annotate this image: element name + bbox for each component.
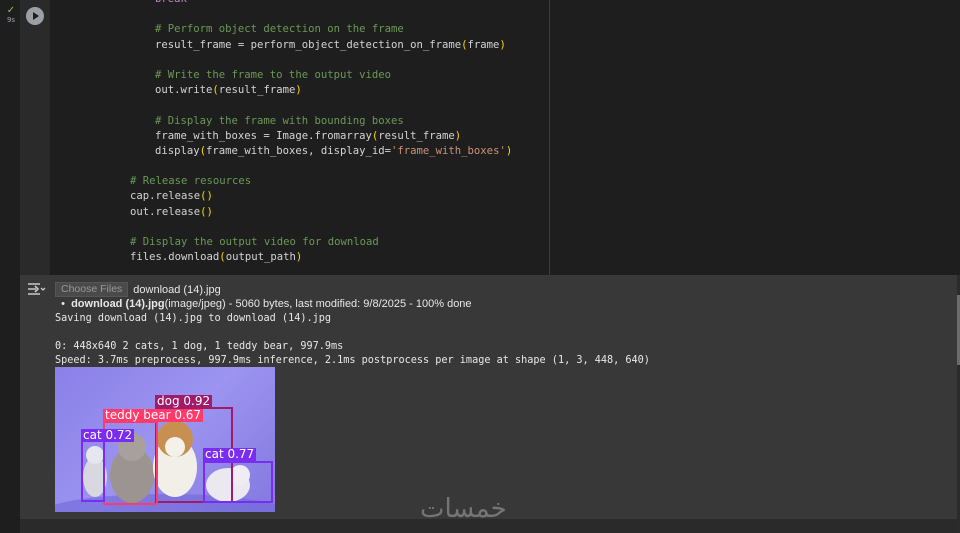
- code-token: frame_with_boxes, display_id=: [206, 144, 392, 157]
- editor-divider: [549, 0, 550, 275]
- chosen-file-name: download (14).jpg: [133, 283, 221, 296]
- code-token: ): [499, 38, 506, 51]
- run-area: [20, 0, 50, 275]
- code-line[interactable]: # Display the output video for download: [55, 235, 512, 250]
- code-token: # Perform object detection on the frame: [155, 23, 404, 36]
- code-line[interactable]: out.write(result_frame): [55, 83, 512, 98]
- speed-line: Speed: 3.7ms preprocess, 997.9ms inferen…: [55, 355, 650, 366]
- code-token: output_path: [225, 251, 296, 264]
- bounding-box: [203, 461, 273, 503]
- code-line[interactable]: # Release resources: [55, 174, 512, 189]
- code-token: # Display the output video for download: [130, 236, 379, 248]
- box-label: teddy bear 0.67: [103, 408, 204, 422]
- code-token: # Display the frame with bounding boxes: [155, 114, 404, 127]
- code-token: out.write: [155, 84, 213, 97]
- execution-status: ✓ 9s: [4, 6, 18, 25]
- run-cell-button[interactable]: [26, 7, 44, 25]
- cell-gutter: [0, 0, 20, 533]
- detection-summary: 0: 448x640 2 cats, 1 dog, 1 teddy bear, …: [55, 341, 344, 352]
- code-line[interactable]: # Write the frame to the output video: [55, 68, 512, 83]
- code-line[interactable]: [55, 98, 512, 113]
- code-line[interactable]: out.release(): [55, 205, 512, 220]
- code-line[interactable]: [55, 159, 512, 174]
- code-line[interactable]: [55, 220, 512, 235]
- code-line[interactable]: [55, 53, 512, 68]
- code-line[interactable]: files.download(output_path): [55, 250, 512, 265]
- code-line[interactable]: [55, 7, 512, 22]
- file-info-line: • download (14).jpg(image/jpeg) - 5060 b…: [55, 298, 472, 310]
- code-token: result_frame = perform_object_detection_…: [155, 38, 462, 51]
- code-token: ): [295, 84, 302, 97]
- code-token: ): [454, 129, 462, 142]
- check-icon: ✓: [6, 5, 16, 16]
- box-label: cat 0.72: [81, 428, 135, 442]
- code-token: break: [155, 0, 187, 5]
- code-token: files.download: [130, 251, 220, 264]
- file-info-name: download (14).jpg: [71, 298, 165, 310]
- output-content: Choose Files download (14).jpg • downloa…: [55, 282, 650, 368]
- choose-files-button[interactable]: Choose Files: [55, 282, 129, 297]
- code-line[interactable]: frame_with_boxes = Image.fromarray(resul…: [55, 129, 512, 144]
- code-token: # Release resources: [130, 175, 252, 188]
- code-line[interactable]: break: [55, 0, 512, 7]
- box-label: dog 0.92: [155, 394, 213, 408]
- file-info-details: (image/jpeg) - 5060 bytes, last modified…: [164, 298, 472, 310]
- output-toggle-icon[interactable]: [26, 281, 46, 297]
- code-token: result_frame: [378, 129, 455, 142]
- code-token: ): [295, 251, 303, 264]
- code-token: 'frame_with_boxes': [391, 144, 506, 157]
- code-token: display: [155, 144, 200, 157]
- code-line[interactable]: cap.release(): [55, 189, 512, 204]
- upload-row: Choose Files download (14).jpg: [55, 282, 650, 297]
- code-token: frame: [467, 38, 500, 51]
- box-label: cat 0.77: [203, 447, 257, 461]
- detection-result-image: dog 0.92 teddy bear 0.67 cat 0.72 cat 0.77: [55, 367, 275, 512]
- code-token: (): [200, 190, 213, 203]
- saving-line: Saving download (14).jpg to download (14…: [55, 313, 332, 324]
- code-line[interactable]: display(frame_with_boxes, display_id='fr…: [55, 144, 512, 159]
- code-token: # Write the frame to the output video: [155, 68, 391, 81]
- code-token: cap.release: [130, 190, 201, 203]
- code-token: result_frame: [218, 84, 296, 97]
- code-token: ): [505, 144, 513, 157]
- code-token: out.release: [130, 205, 201, 218]
- code-lines[interactable]: break # Perform object detection on the f…: [55, 0, 512, 265]
- code-line[interactable]: # Perform object detection on the frame: [55, 22, 512, 37]
- code-line[interactable]: result_frame = perform_object_detection_…: [55, 38, 512, 53]
- bounding-box: [81, 440, 105, 502]
- code-token: (): [200, 205, 213, 218]
- execution-duration: 9s: [6, 16, 16, 24]
- watermark-logo: خمسات: [420, 494, 507, 524]
- code-token: frame_with_boxes = Image.fromarray: [155, 129, 372, 142]
- code-line[interactable]: # Display the frame with bounding boxes: [55, 114, 512, 129]
